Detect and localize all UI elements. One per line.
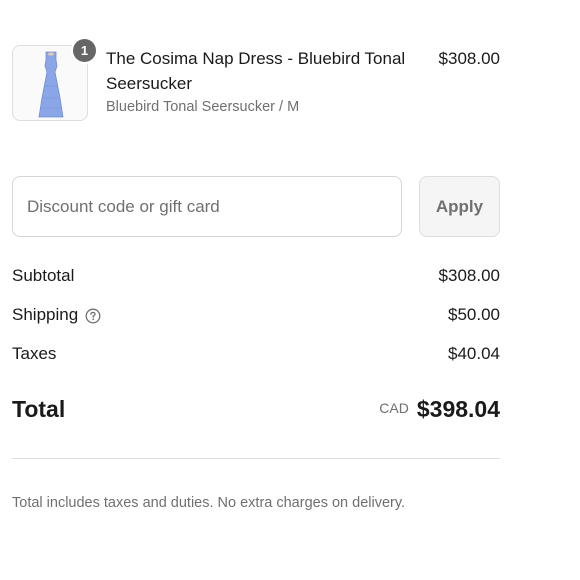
subtotal-row: Subtotal $308.00 xyxy=(12,264,500,288)
total-amount: $398.04 xyxy=(416,396,500,422)
product-title: The Cosima Nap Dress - Bluebird Tonal Se… xyxy=(106,49,406,93)
taxes-row: Taxes $40.04 xyxy=(12,342,500,366)
currency-code: CAD xyxy=(379,400,409,416)
total-label: Total xyxy=(12,396,66,422)
taxes-value: $40.04 xyxy=(448,344,500,363)
subtotal-value: $308.00 xyxy=(438,266,500,285)
total-row: Total CAD $398.04 xyxy=(12,393,500,425)
shipping-label: Shipping xyxy=(12,305,79,324)
question-circle-icon[interactable] xyxy=(85,307,101,324)
subtotal-label: Subtotal xyxy=(12,266,75,285)
shipping-value: $50.00 xyxy=(448,305,500,324)
taxes-label: Taxes xyxy=(12,344,57,363)
shipping-label-wrap: Shipping xyxy=(12,303,101,327)
product-price: $308.00 xyxy=(438,49,500,68)
discount-code-input[interactable] xyxy=(12,176,402,237)
shipping-row: Shipping $50.00 xyxy=(12,303,500,327)
tax-duties-note: Total includes taxes and duties. No extr… xyxy=(12,495,406,511)
divider xyxy=(12,458,500,459)
total-value-wrap: CAD $398.04 xyxy=(379,393,500,425)
quantity-badge: 1 xyxy=(71,37,98,64)
product-variant: Bluebird Tonal Seersucker / M xyxy=(106,99,300,115)
apply-discount-button[interactable]: Apply xyxy=(419,176,500,237)
